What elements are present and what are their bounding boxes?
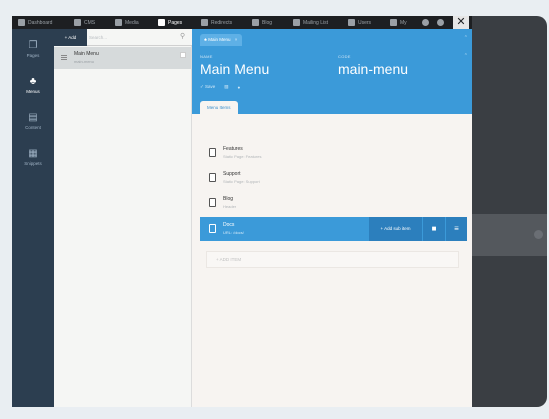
document-icon xyxy=(209,148,216,157)
power-icon[interactable] xyxy=(422,19,429,26)
list-item-code: main-menu xyxy=(74,59,95,64)
list-item[interactable]: Main Menu main-menu xyxy=(54,47,191,69)
close-icon[interactable]: ✕ xyxy=(453,16,469,29)
sitemap-icon: ♣ xyxy=(204,37,207,42)
menu-editor: ♣ Main Menu × ⌃ ⌃ NAME Main Menu CODE ma… xyxy=(192,29,472,407)
code-label: CODE xyxy=(338,54,351,59)
save-button[interactable]: ✓ Save xyxy=(200,84,215,90)
menu-list-panel: + Add ⚲ Main Menu main-menu xyxy=(54,29,192,407)
topnav-cms[interactable]: CMS xyxy=(74,16,95,29)
gear-icon[interactable]: ● xyxy=(238,85,241,90)
add-item-button[interactable]: + ADD ITEM xyxy=(206,251,459,268)
account-icon xyxy=(390,19,397,26)
name-label: NAME xyxy=(200,54,213,59)
close-tab-icon[interactable]: × xyxy=(235,37,238,42)
mail-icon xyxy=(293,19,300,26)
sidebar-item-pages[interactable]: ❐ Pages xyxy=(12,40,54,59)
menu-item-subtitle: Header xyxy=(223,204,237,209)
sidebar-item-label: Content xyxy=(25,125,41,130)
delete-icon[interactable]: ▧ xyxy=(224,84,228,90)
name-field[interactable]: Main Menu xyxy=(200,61,269,77)
collapse-icon[interactable]: ⌃ xyxy=(464,35,468,41)
top-navigation: Dashboard CMS Media Pages Redirects Blog… xyxy=(12,16,472,29)
sitemap-icon: ♣ xyxy=(29,76,37,87)
sidebar-item-content[interactable]: ▤ Content xyxy=(12,112,54,131)
topnav-pages[interactable]: Pages xyxy=(158,16,182,29)
add-sub-item-button[interactable]: + Add sub item xyxy=(369,217,422,241)
document-icon xyxy=(209,173,216,182)
sidebar-item-label: Pages xyxy=(26,53,40,58)
pages-icon: ❐ xyxy=(28,40,38,51)
menu-item-title: Features xyxy=(223,146,243,152)
topnav-users[interactable]: Users xyxy=(348,16,371,29)
tab-menu-items[interactable]: Menu Items xyxy=(200,101,238,114)
background-window-dot xyxy=(534,230,543,239)
add-menu-button[interactable]: + Add xyxy=(54,29,87,46)
menu-item[interactable]: Blog Header xyxy=(200,191,467,215)
search-input[interactable] xyxy=(89,32,179,42)
sidebar-item-menus[interactable]: ♣ Menus xyxy=(12,76,54,95)
pen-icon xyxy=(74,19,81,26)
action-row: ✓ Save ▧ ● xyxy=(200,84,240,90)
users-icon xyxy=(348,19,355,26)
menu-item[interactable]: Features Static Page: Features xyxy=(200,141,467,165)
blog-icon xyxy=(252,19,259,26)
scroll-up-icon[interactable]: ⌃ xyxy=(464,53,468,59)
document-icon xyxy=(209,224,216,233)
drag-handle-icon[interactable]: ≡ xyxy=(446,217,467,241)
list-item-checkbox[interactable] xyxy=(180,52,186,58)
media-icon xyxy=(115,19,122,26)
background-window xyxy=(472,16,547,407)
help-icon[interactable] xyxy=(437,19,444,26)
topnav-mailing-list[interactable]: Mailing List xyxy=(293,16,328,29)
document-icon xyxy=(209,198,216,207)
menu-item-title: Blog xyxy=(223,196,234,202)
snippets-icon: ▦ xyxy=(28,148,38,159)
tab-main-menu[interactable]: ♣ Main Menu × xyxy=(200,34,243,46)
sidebar-item-label: Snippets xyxy=(24,161,42,166)
topnav-blog[interactable]: Blog xyxy=(252,16,272,29)
topnav-redirects[interactable]: Redirects xyxy=(201,16,232,29)
search-icon[interactable]: ⚲ xyxy=(180,32,185,41)
app-window: Dashboard CMS Media Pages Redirects Blog… xyxy=(12,16,472,407)
sidebar-item-snippets[interactable]: ▦ Snippets xyxy=(12,148,54,167)
list-item-name: Main Menu xyxy=(74,51,99,57)
menu-item-title: Docs xyxy=(223,222,235,228)
editor-header: ♣ Main Menu × ⌃ ⌃ NAME Main Menu CODE ma… xyxy=(192,29,472,114)
menu-item-selected[interactable]: Docs URL: /docs/ + Add sub item ■ ≡ xyxy=(200,217,467,241)
sidebar-item-label: Menus xyxy=(26,89,40,94)
menu-list-icon xyxy=(61,55,67,61)
list-toolbar: + Add ⚲ xyxy=(54,29,192,46)
document-icon: ▤ xyxy=(28,112,38,123)
menu-item-subtitle: Static Page: Support xyxy=(223,179,260,184)
pages-icon xyxy=(158,19,165,26)
sidebar: ❐ Pages ♣ Menus ▤ Content ▦ Snippets xyxy=(12,29,54,407)
dashboard-icon xyxy=(18,19,25,26)
topnav-account[interactable]: My xyxy=(390,16,407,29)
menu-item[interactable]: Support Static Page: Support xyxy=(200,166,467,190)
code-field[interactable]: main-menu xyxy=(338,61,408,77)
topnav-dashboard[interactable]: Dashboard xyxy=(18,16,52,29)
menu-item-subtitle: URL: /docs/ xyxy=(223,230,244,235)
trash-icon[interactable]: ■ xyxy=(423,217,445,241)
menu-item-subtitle: Static Page: Features xyxy=(223,154,262,159)
topnav-media[interactable]: Media xyxy=(115,16,139,29)
redirects-icon xyxy=(201,19,208,26)
menu-item-title: Support xyxy=(223,171,241,177)
